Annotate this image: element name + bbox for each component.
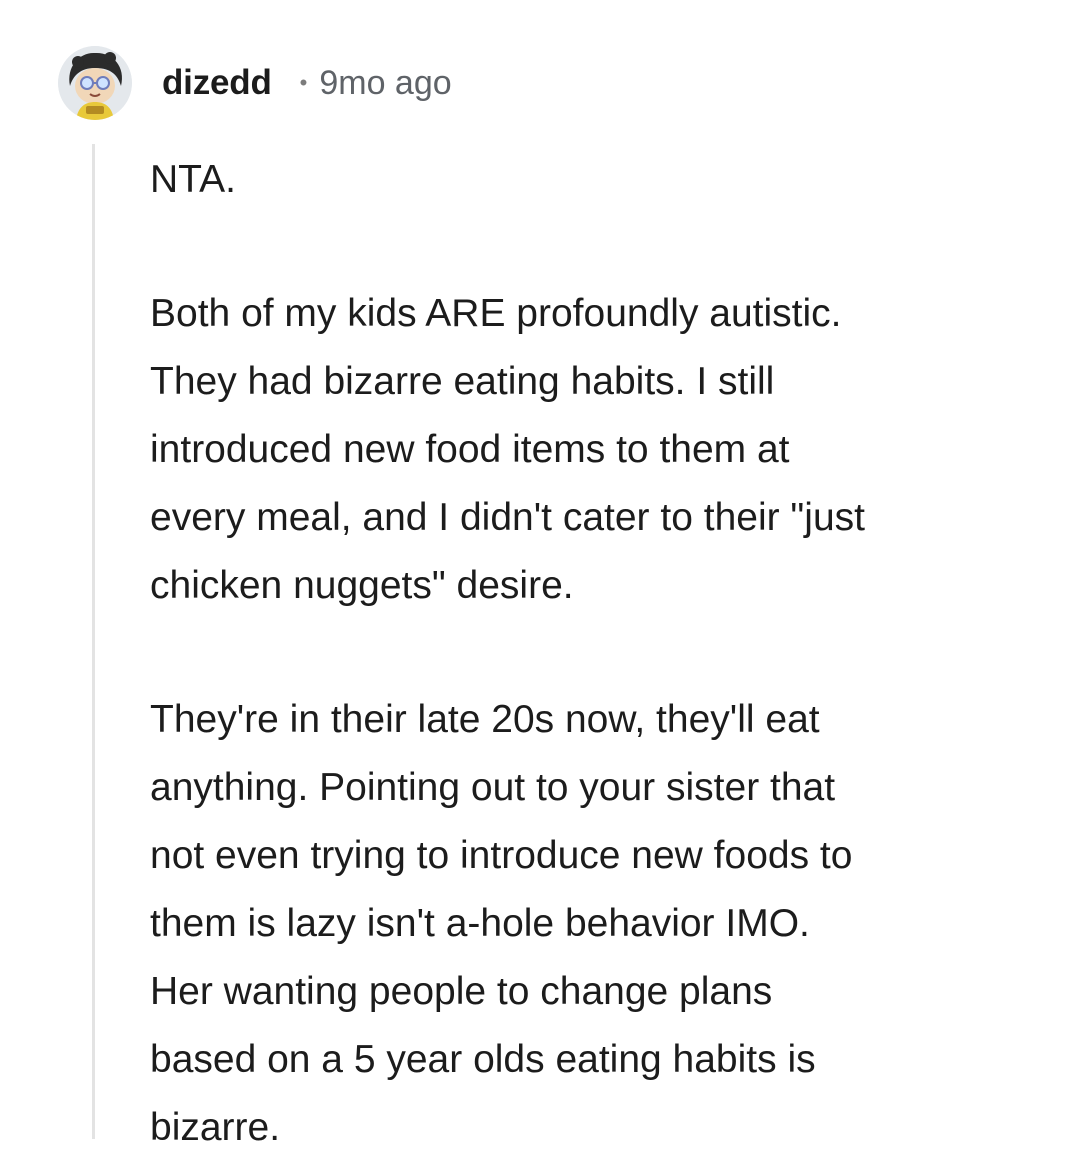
user-avatar-icon[interactable] — [58, 46, 132, 120]
comment-timestamp: 9mo ago — [319, 63, 452, 102]
comment-body: NTA. Both of my kids ARE profoundly auti… — [150, 146, 1050, 1162]
comment-paragraph: NTA. — [150, 158, 236, 201]
separator-dot: • — [299, 70, 308, 95]
comment-paragraph: They're in their late 20s now, they'll e… — [150, 698, 853, 1149]
thread-collapse-line[interactable] — [92, 144, 95, 1139]
comment: dizedd • 9mo ago NTA. Both of my kids AR… — [0, 0, 1079, 1149]
comment-header: dizedd • 9mo ago — [58, 44, 452, 122]
comment-paragraph: Both of my kids ARE profoundly autistic.… — [150, 292, 865, 607]
author-username[interactable]: dizedd — [162, 63, 272, 103]
